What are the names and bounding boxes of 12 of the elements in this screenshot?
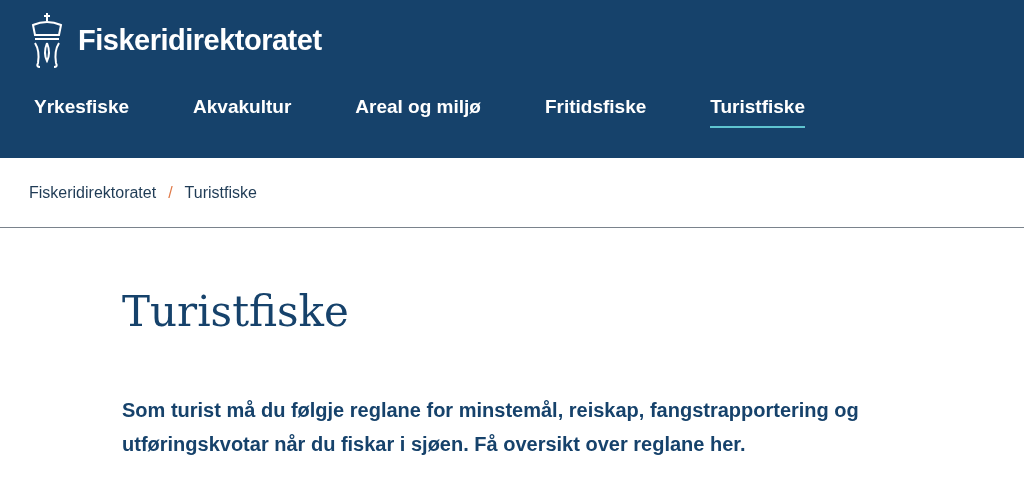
site-name[interactable]: Fiskeridirektoratet [78, 19, 322, 63]
breadcrumb-link[interactable]: Fiskeridirektoratet [29, 180, 157, 205]
page-title: Turistfiske [122, 286, 350, 338]
breadcrumb-separator: / [168, 182, 173, 203]
nav-tab[interactable]: Areal og miljø [355, 93, 481, 128]
logo-icon [30, 13, 64, 69]
nav-tab[interactable]: Turistfiske [710, 93, 805, 128]
nav-tab[interactable]: Fritidsfiske [544, 93, 647, 128]
breadcrumb-current: Turistfiske [184, 182, 257, 203]
nav-tab[interactable]: Akvakultur [193, 93, 292, 128]
nav-tab[interactable]: Yrkesfiske [34, 93, 130, 128]
intro-text: Som turist må du følgje reglane for minstemål, reiskap, fangstrapportering og utføringskvotar når du fiskar i sjøen. Få oversikt over reglane her. [122, 398, 860, 457]
